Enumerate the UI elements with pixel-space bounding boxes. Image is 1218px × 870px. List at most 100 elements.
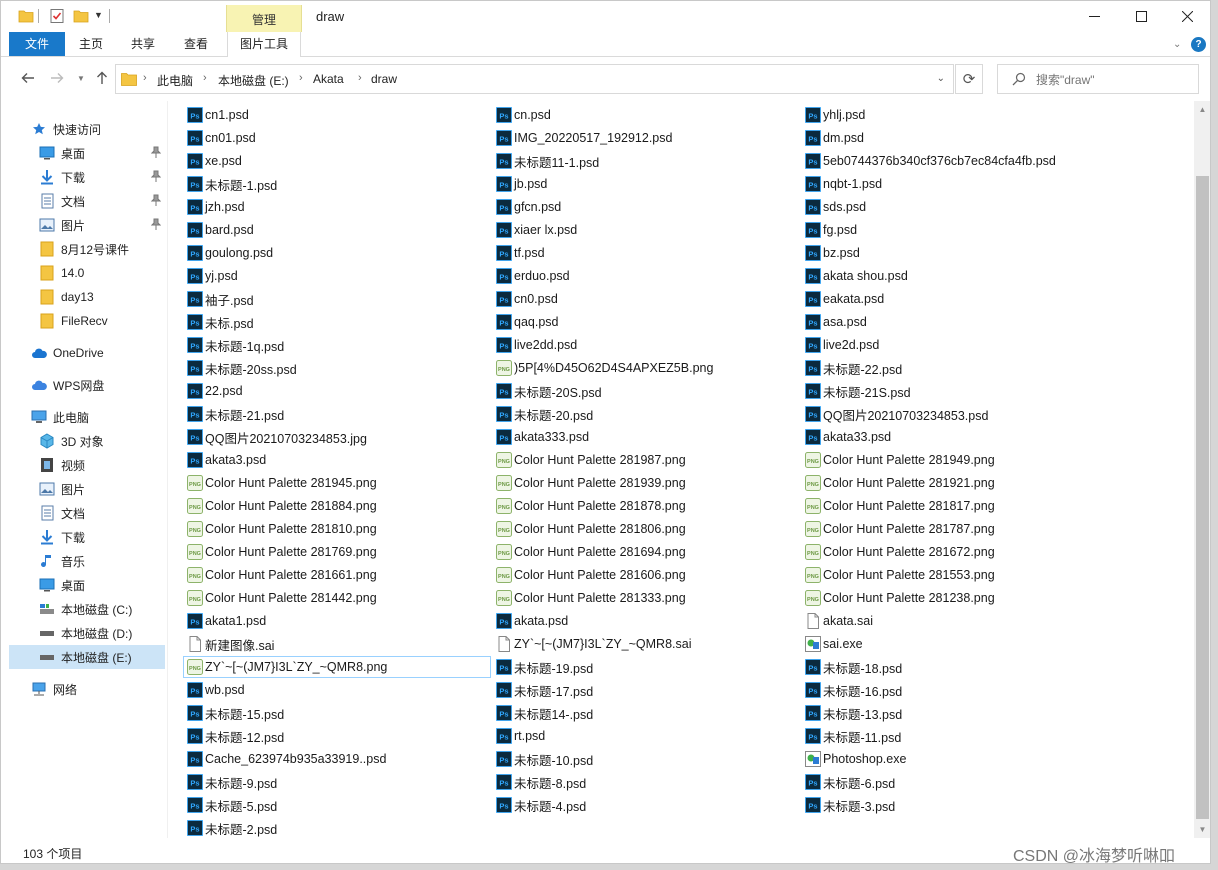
file-item[interactable]: PNG Color Hunt Palette 281939.png xyxy=(496,473,686,493)
breadcrumb-separator[interactable]: › xyxy=(203,72,207,84)
file-item[interactable]: Ps QQ图片20210703234853.psd xyxy=(805,404,988,424)
file-item[interactable]: Photoshop.exe xyxy=(805,749,906,769)
file-item[interactable]: Ps 未标题-4.psd xyxy=(496,795,586,815)
file-item[interactable]: Ps asa.psd xyxy=(805,312,867,332)
file-item[interactable]: Ps 袖子.psd xyxy=(187,289,254,309)
nav-this-pc[interactable]: 此电脑 xyxy=(31,405,165,429)
breadcrumb-separator[interactable]: › xyxy=(143,72,147,84)
file-item[interactable]: Ps 未标题11-1.psd xyxy=(496,151,599,171)
file-item[interactable]: PNG Color Hunt Palette 281442.png xyxy=(187,588,377,608)
file-item[interactable]: Ps goulong.psd xyxy=(187,243,273,263)
nav-item-videos[interactable]: 视频 xyxy=(39,453,165,477)
file-item[interactable]: Ps bard.psd xyxy=(187,220,254,240)
file-item[interactable]: Ps cn.psd xyxy=(496,105,551,125)
file-item[interactable]: Ps gfcn.psd xyxy=(496,197,561,217)
file-item[interactable]: PNG ZY`~[~(JM7}I3L`ZY_~QMR8.png xyxy=(183,656,491,678)
file-item[interactable]: Ps bz.psd xyxy=(805,243,860,263)
nav-item-desktop[interactable]: 桌面 xyxy=(39,573,165,597)
search-box[interactable] xyxy=(997,64,1199,94)
file-item[interactable]: Ps akata1.psd xyxy=(187,611,266,631)
file-item[interactable]: Ps Cache_623974b935a33919..psd xyxy=(187,749,386,769)
maximize-button[interactable] xyxy=(1118,1,1164,32)
nav-item-recent-folder[interactable]: FileRecv xyxy=(39,309,165,333)
close-button[interactable] xyxy=(1164,1,1210,32)
nav-item-3d-objects[interactable]: 3D 对象 xyxy=(39,429,165,453)
file-item[interactable]: Ps tf.psd xyxy=(496,243,545,263)
nav-item-recent-folder[interactable]: day13 xyxy=(39,285,165,309)
file-item[interactable]: Ps fg.psd xyxy=(805,220,857,240)
nav-wps-drive[interactable]: WPS网盘 xyxy=(31,373,165,397)
file-item[interactable]: Ps akata333.psd xyxy=(496,427,589,447)
file-item[interactable]: Ps 未标题-15.psd xyxy=(187,703,284,723)
nav-item-downloads[interactable]: 下载 xyxy=(39,165,165,189)
file-item[interactable]: Ps 未标题-9.psd xyxy=(187,772,277,792)
file-item[interactable]: Ps 未标题-13.psd xyxy=(805,703,902,723)
tab-home[interactable]: 主页 xyxy=(79,32,103,56)
file-item[interactable]: Ps 22.psd xyxy=(187,381,243,401)
nav-onedrive[interactable]: OneDrive xyxy=(31,341,165,365)
file-item[interactable]: PNG Color Hunt Palette 281787.png xyxy=(805,519,995,539)
file-item[interactable]: PNG Color Hunt Palette 281945.png xyxy=(187,473,377,493)
nav-quick-access[interactable]: 快速访问 xyxy=(31,117,165,141)
nav-item-drive-c[interactable]: 本地磁盘 (C:) xyxy=(39,597,165,621)
file-item[interactable]: Ps live2d.psd xyxy=(805,335,879,355)
file-item[interactable]: Ps nqbt-1.psd xyxy=(805,174,882,194)
file-item[interactable]: Ps 未标题-2.psd xyxy=(187,818,277,838)
file-item[interactable]: Ps 未标题-8.psd xyxy=(496,772,586,792)
nav-item-documents[interactable]: 文档 xyxy=(39,189,165,213)
properties-check-icon[interactable] xyxy=(49,8,65,24)
file-item[interactable]: PNG Color Hunt Palette 281921.png xyxy=(805,473,995,493)
file-item[interactable]: Ps akata.psd xyxy=(496,611,568,631)
new-folder-icon[interactable] xyxy=(73,8,89,24)
file-item[interactable]: Ps 未标题-20S.psd xyxy=(496,381,602,401)
file-item[interactable]: PNG Color Hunt Palette 281817.png xyxy=(805,496,995,516)
file-item[interactable]: Ps IMG_20220517_192912.psd xyxy=(496,128,672,148)
file-item[interactable]: Ps akata33.psd xyxy=(805,427,891,447)
file-item[interactable]: Ps cn0.psd xyxy=(496,289,558,309)
file-item[interactable]: Ps 未标题-12.psd xyxy=(187,726,284,746)
file-item[interactable]: Ps 未标题-1q.psd xyxy=(187,335,284,355)
minimize-button[interactable] xyxy=(1071,1,1117,32)
scroll-up-arrow-icon[interactable]: ▲ xyxy=(1194,101,1210,118)
tab-view[interactable]: 查看 xyxy=(184,32,208,56)
help-icon[interactable]: ? xyxy=(1191,37,1206,52)
breadcrumb-drive-e[interactable]: 本地磁盘 (E:) xyxy=(218,72,289,89)
file-item[interactable]: Ps 未标题-1.psd xyxy=(187,174,277,194)
file-item[interactable]: Ps 未标题-11.psd xyxy=(805,726,901,746)
nav-item-pictures[interactable]: 图片 xyxy=(39,477,165,501)
file-item[interactable]: PNG Color Hunt Palette 281238.png xyxy=(805,588,995,608)
file-item[interactable]: Ps sds.psd xyxy=(805,197,866,217)
nav-item-recent-folder[interactable]: 8月12号课件 xyxy=(39,237,165,261)
file-item[interactable]: Ps qaq.psd xyxy=(496,312,558,332)
file-item[interactable]: Ps rt.psd xyxy=(496,726,545,746)
file-item[interactable]: Ps 未标题-20.psd xyxy=(496,404,593,424)
file-item[interactable]: Ps 5eb0744376b340cf376cb7ec84cfa4fb.psd xyxy=(805,151,1056,171)
breadcrumb-akata[interactable]: Akata xyxy=(313,72,344,86)
file-item[interactable]: Ps 未标题-21.psd xyxy=(187,404,284,424)
up-button[interactable] xyxy=(92,67,112,89)
customize-toolbar-dropdown[interactable]: ▼ xyxy=(94,10,103,20)
file-item[interactable]: Ps 未标题-16.psd xyxy=(805,680,902,700)
nav-item-music[interactable]: 音乐 xyxy=(39,549,165,573)
forward-button[interactable] xyxy=(47,67,67,89)
file-item[interactable]: PNG Color Hunt Palette 281806.png xyxy=(496,519,686,539)
nav-item-drive-e[interactable]: 本地磁盘 (E:) xyxy=(9,645,165,669)
file-item[interactable]: Ps 未标题14-.psd xyxy=(496,703,593,723)
breadcrumb-this-pc[interactable]: 此电脑 xyxy=(157,72,193,89)
scrollbar-thumb[interactable] xyxy=(1196,176,1209,819)
file-item[interactable]: Ps cn01.psd xyxy=(187,128,256,148)
file-item[interactable]: Ps akata shou.psd xyxy=(805,266,908,286)
file-item[interactable]: ZY`~[~(JM7}I3L`ZY_~QMR8.sai xyxy=(496,634,692,654)
file-item[interactable]: PNG Color Hunt Palette 281878.png xyxy=(496,496,686,516)
file-item[interactable]: PNG Color Hunt Palette 281949.png xyxy=(805,450,995,470)
breadcrumb-separator[interactable]: › xyxy=(358,72,362,84)
back-button[interactable] xyxy=(18,67,38,89)
file-item[interactable]: Ps akata3.psd xyxy=(187,450,266,470)
tab-file[interactable]: 文件 xyxy=(9,32,65,56)
file-item[interactable]: Ps dm.psd xyxy=(805,128,864,148)
nav-item-drive-d[interactable]: 本地磁盘 (D:) xyxy=(39,621,165,645)
file-item[interactable]: Ps 未标题-21S.psd xyxy=(805,381,911,401)
file-item[interactable]: PNG Color Hunt Palette 281553.png xyxy=(805,565,995,585)
file-item[interactable]: Ps yhlj.psd xyxy=(805,105,865,125)
breadcrumb-draw[interactable]: draw xyxy=(371,72,397,86)
